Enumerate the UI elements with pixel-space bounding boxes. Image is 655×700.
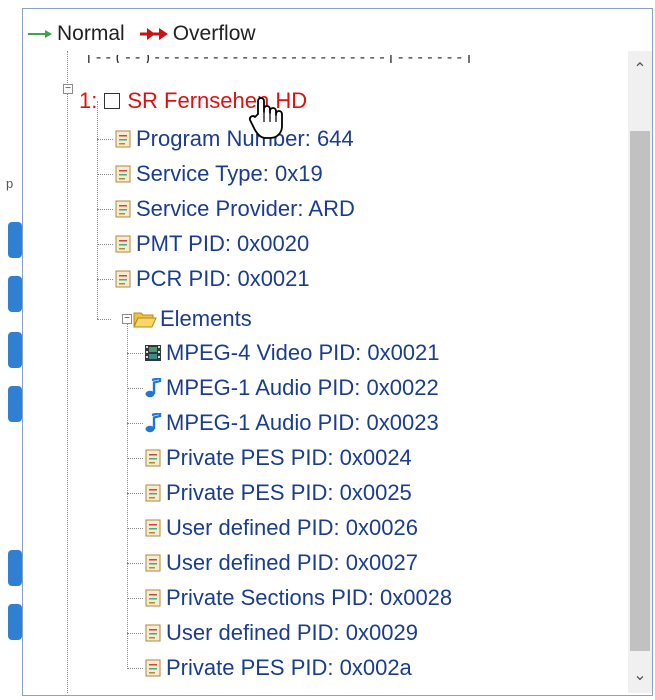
partial-text: p bbox=[6, 176, 14, 191]
side-button[interactable] bbox=[8, 550, 22, 586]
collapse-toggle[interactable]: − bbox=[63, 84, 73, 94]
audio-icon bbox=[143, 377, 163, 399]
legend: Normal Overflow bbox=[27, 21, 256, 47]
service-tree-panel: Normal Overflow [ - - ( - - ) - - - - - … bbox=[22, 8, 653, 696]
tree-item-audio-pid[interactable]: MPEG-1 Audio PID: 0x0023 bbox=[143, 408, 439, 438]
legend-normal-label: Normal bbox=[57, 22, 125, 45]
side-button[interactable] bbox=[8, 604, 22, 640]
scroll-down-icon[interactable]: ⌄ bbox=[628, 657, 652, 693]
tree-item-label: Private PES PID: 0x0024 bbox=[166, 445, 412, 470]
tree-item-service-type[interactable]: Service Type: 0x19 bbox=[113, 159, 323, 189]
tree-item-pcr-pid[interactable]: PCR PID: 0x0021 bbox=[113, 264, 310, 294]
tree-item-private-sections-pid[interactable]: Private Sections PID: 0x0028 bbox=[143, 583, 452, 613]
side-button[interactable] bbox=[8, 332, 22, 368]
document-icon bbox=[143, 447, 163, 469]
tree-item-private-pes-pid[interactable]: Private PES PID: 0x0025 bbox=[143, 478, 412, 508]
document-icon bbox=[143, 517, 163, 539]
open-folder-icon bbox=[133, 308, 157, 330]
document-icon bbox=[113, 128, 133, 150]
legend-overflow-label: Overflow bbox=[172, 22, 256, 45]
overflow-arrow-icon bbox=[139, 26, 169, 42]
tree-item-label: MPEG-4 Video PID: 0x0021 bbox=[166, 340, 440, 365]
vertical-scrollbar[interactable]: ⌃ ⌄ bbox=[628, 51, 652, 693]
scroll-thumb[interactable] bbox=[630, 131, 650, 651]
document-icon bbox=[113, 233, 133, 255]
video-icon bbox=[143, 342, 163, 364]
document-icon bbox=[113, 198, 133, 220]
tree-item-audio-pid[interactable]: MPEG-1 Audio PID: 0x0022 bbox=[143, 373, 439, 403]
document-icon bbox=[143, 552, 163, 574]
document-icon bbox=[113, 268, 133, 290]
document-icon bbox=[143, 622, 163, 644]
tree-item-label: Service Type: 0x19 bbox=[136, 161, 323, 186]
tree-item-elements[interactable]: Elements bbox=[133, 304, 252, 334]
tree-item-label: Private PES PID: 0x002a bbox=[166, 655, 412, 680]
tree-item-label: Elements bbox=[160, 306, 252, 331]
tree-item-label: Private Sections PID: 0x0028 bbox=[166, 585, 453, 610]
tree-item-private-pes-pid[interactable]: Private PES PID: 0x0024 bbox=[143, 443, 412, 473]
audio-icon bbox=[143, 412, 163, 434]
tree-item-user-defined-pid[interactable]: User defined PID: 0x0026 bbox=[143, 513, 418, 543]
tree-item-label: Private PES PID: 0x0025 bbox=[166, 480, 412, 505]
hand-cursor-icon bbox=[248, 97, 283, 139]
tree-item-private-pes-pid[interactable]: Private PES PID: 0x002a bbox=[143, 653, 412, 683]
tree-item-label: PMT PID: 0x0020 bbox=[136, 231, 310, 256]
tree-item-label: User defined PID: 0x0029 bbox=[166, 620, 418, 645]
clipped-previous-row: [ - - ( - - ) - - - - - - - - - - - - - … bbox=[87, 55, 627, 63]
tree-item-label: Service Provider: ARD bbox=[136, 196, 355, 221]
tree-item-program-number[interactable]: Program Number: 644 bbox=[113, 124, 354, 154]
side-button[interactable] bbox=[8, 386, 22, 422]
tree-item-label: PCR PID: 0x0021 bbox=[136, 266, 310, 291]
background-panel: p bbox=[0, 0, 22, 700]
tree-item-label: MPEG-1 Audio PID: 0x0022 bbox=[166, 375, 439, 400]
tree-item-label: Program Number: 644 bbox=[136, 126, 354, 151]
tree-item-user-defined-pid[interactable]: User defined PID: 0x0027 bbox=[143, 548, 418, 578]
tree-item-video-pid[interactable]: MPEG-4 Video PID: 0x0021 bbox=[143, 338, 440, 368]
tree-item-user-defined-pid[interactable]: User defined PID: 0x0029 bbox=[143, 618, 418, 648]
service-index: 1: bbox=[79, 88, 98, 113]
tree-item-pmt-pid[interactable]: PMT PID: 0x0020 bbox=[113, 229, 309, 259]
normal-arrow-icon bbox=[27, 27, 53, 41]
collapse-toggle[interactable]: − bbox=[122, 314, 132, 324]
service-checkbox[interactable] bbox=[104, 93, 121, 109]
document-icon bbox=[143, 587, 163, 609]
side-button[interactable] bbox=[8, 222, 22, 258]
scroll-up-icon[interactable]: ⌃ bbox=[628, 51, 652, 87]
document-icon bbox=[143, 482, 163, 504]
tree-item-service-provider[interactable]: Service Provider: ARD bbox=[113, 194, 355, 224]
tree-item-label: User defined PID: 0x0027 bbox=[166, 550, 418, 575]
tree-view[interactable]: [ - - ( - - ) - - - - - - - - - - - - - … bbox=[29, 51, 627, 693]
tree-item-label: User defined PID: 0x0026 bbox=[166, 515, 418, 540]
tree-item-label: MPEG-1 Audio PID: 0x0023 bbox=[166, 410, 439, 435]
side-button[interactable] bbox=[8, 276, 22, 312]
document-icon bbox=[143, 657, 163, 679]
document-icon bbox=[113, 163, 133, 185]
